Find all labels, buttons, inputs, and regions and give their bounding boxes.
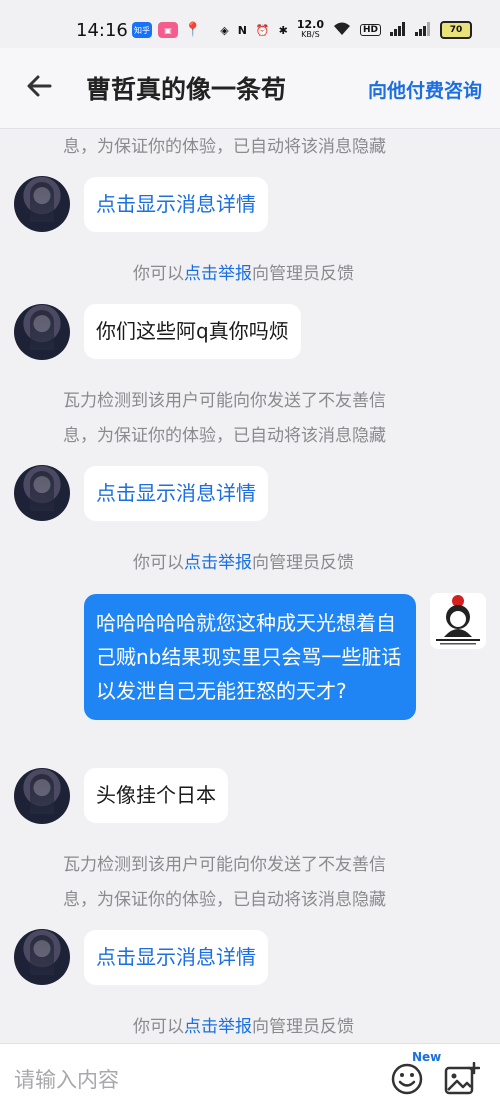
report-suffix: 向管理员反馈 (252, 1017, 354, 1037)
signal-1-icon (390, 21, 406, 39)
show-message-detail-button[interactable]: 点击显示消息详情 (84, 466, 268, 521)
net-speed: 12.0 KB/S (296, 18, 324, 40)
net-speed-value: 12.0 (296, 18, 324, 31)
report-link[interactable]: 点击举报 (184, 1017, 252, 1037)
report-prefix: 你可以 (133, 1017, 184, 1037)
battery-icon: 70 (440, 21, 472, 39)
chat-title: 曹哲真的像一条苟 (86, 75, 287, 104)
sender-avatar[interactable] (14, 768, 70, 824)
show-message-detail-button[interactable]: 点击显示消息详情 (84, 930, 268, 985)
report-link[interactable]: 点击举报 (184, 553, 252, 573)
message-input-bar: 请输入内容 New (0, 1043, 500, 1112)
zhihu-app-icon: 知乎 (132, 22, 152, 38)
emoji-icon[interactable] (390, 1062, 424, 1096)
hd-icon: HD (359, 24, 381, 36)
system-status-icons: ◈ N ⏰ ✱ 12.0 KB/S HD 70 (220, 18, 472, 40)
signal-2-icon (415, 21, 431, 39)
report-notice: 你可以点击举报向管理员反馈 (133, 1012, 354, 1037)
report-prefix: 你可以 (133, 553, 184, 573)
alarm-icon: ⏰ (255, 23, 270, 37)
wifi-icon (333, 22, 351, 39)
system-warning-line-1: 瓦力检测到该用户可能向你发送了不友善信 (63, 855, 386, 875)
received-message-bubble[interactable]: 你们这些阿q真你吗烦 (84, 304, 301, 359)
show-message-detail-button[interactable]: 点击显示消息详情 (84, 177, 268, 232)
location-pin-icon: 📍 (184, 22, 202, 38)
pay-consult-button[interactable]: 向他付费咨询 (368, 76, 482, 103)
system-warning-line-1: 瓦力检测到该用户可能向你发送了不友善信 (63, 391, 386, 411)
system-warning-line-2: 息，为保证你的体验，已自动将该消息隐藏 (63, 890, 386, 910)
nfc-icon: N (237, 23, 247, 37)
new-badge: New (412, 1050, 442, 1064)
sender-avatar[interactable] (14, 304, 70, 360)
notification-icons: 知乎 ▣ 📍 (132, 22, 201, 38)
received-message-bubble[interactable]: 头像挂个日本 (84, 768, 228, 823)
bilibili-app-icon: ▣ (158, 22, 178, 38)
message-input[interactable]: 请输入内容 (14, 1064, 119, 1094)
sent-message-bubble[interactable]: 哈哈哈哈哈就您这种成天光想着自己贼nb结果现实里只会骂一些脏话以发泄自己无能狂怒… (84, 594, 416, 720)
report-notice: 你可以点击举报向管理员反馈 (133, 259, 354, 284)
vpn-icon: ◈ (220, 23, 229, 37)
bluetooth-icon: ✱ (278, 23, 288, 37)
sender-avatar[interactable] (14, 465, 70, 521)
system-notice: 息，为保证你的体验，已自动将该消息隐藏 (63, 137, 386, 157)
report-suffix: 向管理员反馈 (252, 553, 354, 573)
status-time: 14:16 (76, 20, 128, 41)
report-notice: 你可以点击举报向管理员反馈 (133, 548, 354, 573)
net-speed-unit: KB/S (301, 30, 320, 39)
battery-level: 70 (449, 25, 463, 35)
report-link[interactable]: 点击举报 (184, 264, 252, 284)
chat-header: 曹哲真的像一条苟 向他付费咨询 (0, 48, 500, 129)
sender-avatar[interactable] (14, 176, 70, 232)
back-arrow-icon[interactable] (24, 70, 56, 102)
own-avatar[interactable] (430, 593, 486, 649)
report-prefix: 你可以 (133, 264, 184, 284)
system-warning-line-2: 息，为保证你的体验，已自动将该消息隐藏 (63, 426, 386, 446)
report-suffix: 向管理员反馈 (252, 264, 354, 284)
add-image-icon[interactable] (444, 1061, 481, 1096)
sender-avatar[interactable] (14, 929, 70, 985)
